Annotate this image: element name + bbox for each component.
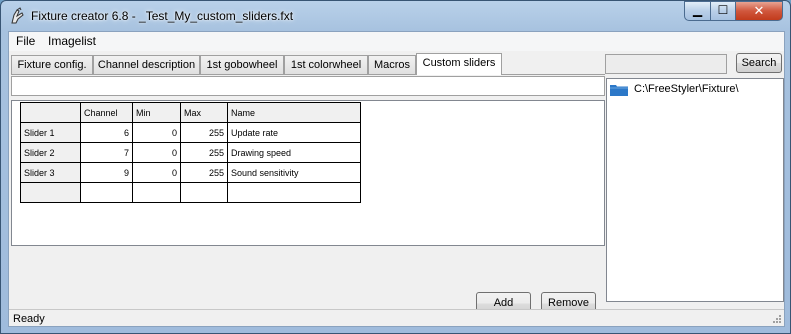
max-cell[interactable]: 255 xyxy=(180,122,228,143)
row-header[interactable] xyxy=(20,182,81,203)
table-row[interactable]: Slider 1 6 0 255 Update rate xyxy=(20,122,361,143)
column-header-channel[interactable]: Channel xyxy=(80,102,133,123)
title-bar[interactable]: Fixture creator 6.8 - _Test_My_custom_sl… xyxy=(1,1,790,31)
custom-sliders-panel: Channel Min Max Name Slider 1 6 0 255 Up… xyxy=(11,74,605,315)
tab-macros[interactable]: Macros xyxy=(368,55,416,74)
menu-bar: File Imagelist xyxy=(9,32,784,51)
status-text: Ready xyxy=(13,313,45,325)
min-cell[interactable]: 0 xyxy=(132,142,181,163)
sliders-grid[interactable]: Channel Min Max Name Slider 1 6 0 255 Up… xyxy=(11,100,605,246)
column-header-name[interactable]: Name xyxy=(227,102,361,123)
channel-cell[interactable]: 6 xyxy=(80,122,133,143)
table-row[interactable]: Slider 2 7 0 255 Drawing speed xyxy=(20,142,361,163)
tab-custom-sliders[interactable]: Custom sliders xyxy=(416,53,502,75)
channel-cell[interactable]: 7 xyxy=(80,142,133,163)
maximize-icon: ☐ xyxy=(717,3,729,17)
folder-tree[interactable]: C:\FreeStyler\Fixture\ xyxy=(606,78,784,302)
column-header-min[interactable]: Min xyxy=(132,102,181,123)
row-header[interactable]: Slider 2 xyxy=(20,142,81,163)
name-cell[interactable]: Update rate xyxy=(227,122,361,143)
close-icon: ✕ xyxy=(753,3,765,18)
tab-1st-colorwheel[interactable]: 1st colorwheel xyxy=(284,55,368,74)
channel-cell[interactable] xyxy=(80,182,133,203)
close-button[interactable]: ✕ xyxy=(735,1,783,21)
max-cell[interactable]: 255 xyxy=(180,142,228,163)
empty-new-row[interactable] xyxy=(20,182,361,203)
max-cell[interactable]: 255 xyxy=(180,162,228,183)
window-title: Fixture creator 6.8 - _Test_My_custom_sl… xyxy=(31,9,294,23)
row-header[interactable]: Slider 3 xyxy=(20,162,81,183)
client-area: File Imagelist Fixture config. Channel d… xyxy=(8,31,785,327)
slider-name-bar[interactable] xyxy=(11,76,605,96)
table-row[interactable]: Slider 3 9 0 255 Sound sensitivity xyxy=(20,162,361,183)
grid-corner-cell xyxy=(20,102,81,123)
hand-pointer-icon xyxy=(11,7,24,24)
name-cell[interactable]: Drawing speed xyxy=(227,142,361,163)
row-header[interactable]: Slider 1 xyxy=(20,122,81,143)
name-cell[interactable]: Sound sensitivity xyxy=(227,162,361,183)
channel-cell[interactable]: 9 xyxy=(80,162,133,183)
minimize-button[interactable]: ▁ xyxy=(684,1,711,21)
menu-imagelist[interactable]: Imagelist xyxy=(48,34,96,48)
search-input[interactable] xyxy=(605,54,727,74)
maximize-button[interactable]: ☐ xyxy=(710,1,736,21)
name-cell[interactable] xyxy=(227,182,361,203)
tab-fixture-config[interactable]: Fixture config. xyxy=(11,55,93,74)
min-cell[interactable]: 0 xyxy=(132,122,181,143)
tab-1st-gobowheel[interactable]: 1st gobowheel xyxy=(200,55,284,74)
min-cell[interactable]: 0 xyxy=(132,162,181,183)
search-button[interactable]: Search xyxy=(736,53,782,73)
sliders-table: Channel Min Max Name Slider 1 6 0 255 Up… xyxy=(20,102,361,203)
folder-icon xyxy=(610,85,628,96)
min-cell[interactable] xyxy=(132,182,181,203)
grid-header-row: Channel Min Max Name xyxy=(20,102,361,123)
menu-file[interactable]: File xyxy=(16,34,35,48)
column-header-max[interactable]: Max xyxy=(180,102,228,123)
status-bar: Ready xyxy=(9,309,784,326)
tree-item-label: C:\FreeStyler\Fixture\ xyxy=(634,83,739,95)
max-cell[interactable] xyxy=(180,182,228,203)
app-window: Fixture creator 6.8 - _Test_My_custom_sl… xyxy=(0,0,791,334)
minimize-icon: ▁ xyxy=(692,3,703,17)
resize-grip-icon[interactable] xyxy=(772,314,782,324)
tab-channel-description[interactable]: Channel description xyxy=(93,55,200,74)
